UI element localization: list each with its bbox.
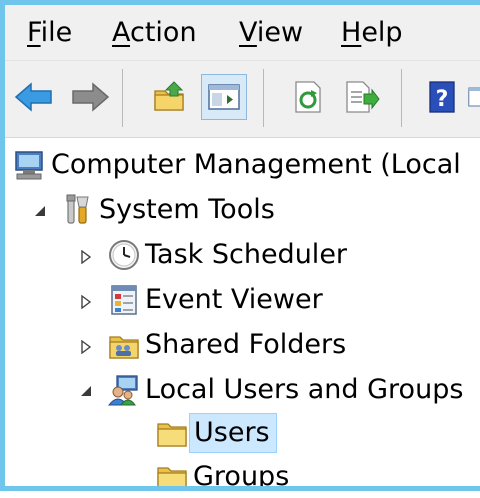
svg-text:?: ?	[436, 87, 449, 112]
help-icon: ?	[429, 81, 455, 113]
forward-button[interactable]	[67, 74, 113, 120]
refresh-icon	[295, 81, 321, 113]
menu-action[interactable]: Action	[112, 16, 197, 50]
tree-node-label: Shared Folders	[145, 329, 347, 360]
computer-management-icon	[13, 148, 47, 182]
menu-bar: File Action View Help	[5, 5, 480, 61]
help-button[interactable]: ?	[419, 74, 465, 120]
forward-arrow-icon	[72, 82, 110, 112]
console-tree: Computer Management (Local System Tools	[5, 138, 480, 492]
up-folder-icon	[154, 81, 184, 111]
tree-node-groups[interactable]: Groups	[155, 456, 295, 498]
tree-node-event-viewer[interactable]: Event Viewer	[107, 279, 329, 321]
tree-node-label: System Tools	[99, 194, 275, 225]
tree-node-label: Users	[189, 413, 277, 453]
window-frame-bottom	[0, 486, 480, 491]
toolbar-separator	[263, 69, 264, 127]
collapsed-chevron-icon[interactable]	[79, 340, 93, 354]
tree-node-task-scheduler[interactable]: Task Scheduler	[107, 234, 353, 276]
tree-node-label: Computer Management (Local	[51, 149, 461, 180]
clock-icon	[107, 238, 141, 272]
show-hide-console-tree-button[interactable]	[201, 74, 247, 120]
refresh-button[interactable]	[285, 74, 331, 120]
tree-node-label: Task Scheduler	[145, 239, 348, 270]
tree-node-system-tools[interactable]: System Tools	[61, 189, 281, 231]
tree-node-label: Event Viewer	[145, 284, 323, 315]
expanded-chevron-icon[interactable]	[79, 384, 93, 398]
tree-node-local-users-and-groups[interactable]: Local Users and Groups	[107, 369, 469, 411]
system-tools-icon	[61, 193, 95, 227]
users-and-groups-icon	[107, 373, 141, 407]
menu-help[interactable]: Help	[341, 16, 403, 50]
menu-view[interactable]: View	[239, 16, 303, 50]
action-pane-icon	[468, 87, 480, 107]
expanded-chevron-icon[interactable]	[33, 204, 47, 218]
tree-node-computer-management[interactable]: Computer Management (Local	[13, 144, 467, 186]
back-arrow-icon	[14, 82, 52, 112]
collapsed-chevron-icon[interactable]	[79, 295, 93, 309]
folder-icon	[155, 416, 189, 450]
back-button[interactable]	[11, 74, 57, 120]
export-list-icon	[346, 81, 380, 113]
up-one-level-button[interactable]	[147, 74, 193, 120]
shared-folders-icon	[107, 328, 141, 362]
action-pane-button[interactable]	[467, 74, 480, 120]
event-viewer-icon	[107, 283, 141, 317]
export-list-button[interactable]	[339, 74, 385, 120]
tree-node-shared-folders[interactable]: Shared Folders	[107, 324, 352, 366]
toolbar-separator	[122, 69, 123, 127]
toolbar: ?	[5, 61, 480, 138]
tree-node-label: Local Users and Groups	[145, 374, 464, 405]
show-hide-console-tree-icon	[208, 84, 240, 110]
tree-node-users[interactable]: Users	[155, 412, 277, 454]
toolbar-separator	[401, 69, 402, 127]
collapsed-chevron-icon[interactable]	[79, 250, 93, 264]
menu-file[interactable]: File	[27, 16, 72, 50]
